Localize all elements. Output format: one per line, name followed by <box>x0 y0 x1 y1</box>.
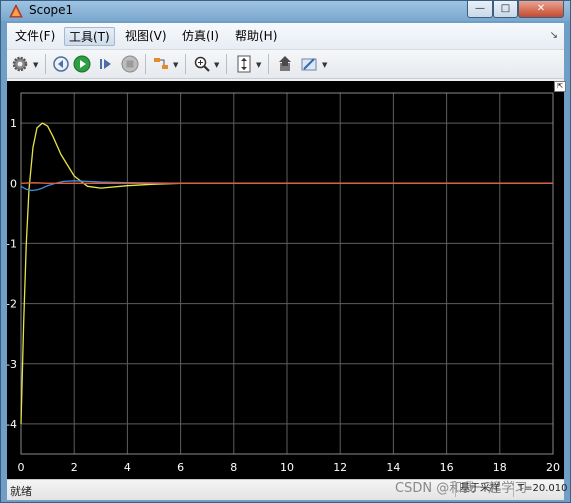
scope-plot-area: 0 2 4 6 8 10 12 14 16 18 20 -4 -3 -2 -1 0 1 <box>6 81 564 479</box>
highlight-icon[interactable] <box>300 55 318 73</box>
menu-tools[interactable]: 工具(T) <box>64 27 115 46</box>
y-tick-label: 0 <box>10 177 17 190</box>
toolbar-separator <box>145 54 146 74</box>
step-forward-icon[interactable] <box>97 55 115 73</box>
y-tick-label: -2 <box>7 298 17 311</box>
y-tick-label: -3 <box>7 358 17 371</box>
client-area: 文件(F) 工具(T) 视图(V) 仿真(I) 帮助(H) ↘ ▼ ▼ ▼ ▼ … <box>6 23 567 500</box>
watermark: CSDN @和我一起学习 <box>395 481 528 496</box>
x-tick-label: 12 <box>333 461 347 474</box>
menu-overflow-icon[interactable]: ↘ <box>550 30 558 41</box>
x-tick-label: 10 <box>280 461 294 474</box>
toolbar-separator <box>226 54 227 74</box>
x-tick-label: 6 <box>177 461 184 474</box>
minimize-button[interactable]: — <box>467 1 493 18</box>
signal-dropdown-icon[interactable]: ▼ <box>173 61 178 69</box>
menu-view[interactable]: 视图(V) <box>121 27 171 46</box>
x-tick-label: 4 <box>124 461 131 474</box>
y-tick-label: -4 <box>7 418 17 431</box>
status-text: 就绪 <box>10 485 32 498</box>
highlight-dropdown-icon[interactable]: ▼ <box>322 61 327 69</box>
menu-file[interactable]: 文件(F) <box>11 27 59 46</box>
zoom-icon[interactable] <box>193 55 211 73</box>
settings-dropdown-icon[interactable]: ▼ <box>33 61 38 69</box>
save-icon[interactable] <box>277 55 295 73</box>
settings-icon[interactable] <box>11 55 29 73</box>
zoom-dropdown-icon[interactable]: ▼ <box>214 61 219 69</box>
menu-help[interactable]: 帮助(H) <box>231 27 281 46</box>
signal-select-icon[interactable] <box>152 55 170 73</box>
x-tick-label: 2 <box>71 461 78 474</box>
scope-app-icon <box>9 4 23 18</box>
step-back-icon[interactable] <box>52 55 70 73</box>
toolbar-separator <box>185 54 186 74</box>
stop-icon[interactable] <box>121 55 139 73</box>
toolbar-separator <box>268 54 269 74</box>
x-tick-label: 16 <box>440 461 454 474</box>
scale-dropdown-icon[interactable]: ▼ <box>256 61 261 69</box>
scope-window: Scope1 — □ ✕ 文件(F) 工具(T) 视图(V) 仿真(I) 帮助(… <box>0 0 571 503</box>
maximize-button[interactable]: □ <box>493 1 518 18</box>
run-icon[interactable] <box>73 55 91 73</box>
scope-plot[interactable]: 0 2 4 6 8 10 12 14 16 18 20 -4 -3 -2 -1 0 1 <box>6 81 564 479</box>
scale-y-icon[interactable] <box>235 55 253 73</box>
menu-bar: 文件(F) 工具(T) 视图(V) 仿真(I) 帮助(H) ↘ <box>7 23 564 50</box>
undock-icon[interactable]: ⇱ <box>554 81 566 92</box>
toolbar-separator <box>45 54 46 74</box>
window-title: Scope1 <box>29 3 74 17</box>
y-tick-label: -1 <box>7 237 17 250</box>
series-line-3 <box>20 181 553 184</box>
x-tick-label: 14 <box>386 461 400 474</box>
x-tick-label: 0 <box>18 461 25 474</box>
scope-background <box>7 81 564 479</box>
close-button[interactable]: ✕ <box>518 1 564 18</box>
toolbar: ▼ ▼ ▼ ▼ ▼ <box>7 50 564 79</box>
x-tick-label: 8 <box>230 461 237 474</box>
x-tick-label: 18 <box>493 461 507 474</box>
menu-simulation[interactable]: 仿真(I) <box>178 27 223 46</box>
title-bar[interactable]: Scope1 — □ ✕ <box>1 1 570 21</box>
y-tick-label: 1 <box>10 117 17 130</box>
x-tick-label: 20 <box>546 461 560 474</box>
